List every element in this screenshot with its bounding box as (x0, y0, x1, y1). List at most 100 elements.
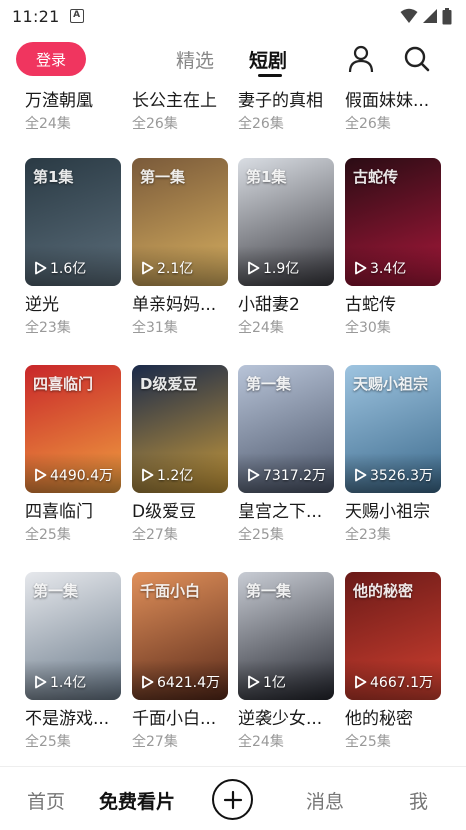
play-icon (142, 261, 154, 275)
episode-count: 全24集 (25, 116, 71, 132)
play-icon (355, 468, 367, 482)
drama-poster: D级爱豆 1.2亿 (132, 365, 228, 493)
play-icon (142, 675, 154, 689)
drama-title: 长公主在上 (132, 91, 217, 111)
drama-card[interactable]: 第一集 1亿 逆袭少女... 全24集 (238, 572, 338, 752)
episode-count: 全23集 (25, 320, 71, 336)
poster-caption: 第1集 (246, 168, 287, 186)
drama-poster: 他的秘密 4667.1万 (345, 572, 441, 700)
bottom-nav: 首页 免费看片 消息 我 (0, 766, 466, 830)
status-time: 11:21 (12, 6, 60, 26)
drama-title: 皇宫之下... (238, 502, 323, 522)
drama-card[interactable]: 古蛇传 3.4亿 古蛇传 全30集 (345, 158, 445, 338)
play-count: 1.2亿 (141, 465, 193, 485)
poster-caption: 千面小白 (140, 582, 201, 600)
user-icon[interactable] (346, 44, 376, 74)
play-icon (35, 261, 47, 275)
drama-grid[interactable]: 万渣朝凰 全24集 长公主在上 全26集 妻子的真相 全26集 假面妹妹... … (0, 84, 466, 766)
play-count-value: 6421.4万 (157, 675, 220, 691)
drama-card[interactable]: D级爱豆 1.2亿 D级爱豆 全27集 (132, 365, 232, 545)
drama-card[interactable]: 他的秘密 4667.1万 他的秘密 全25集 (345, 572, 445, 752)
drama-card[interactable]: 第一集 1.4亿 不是游戏... 全25集 (25, 572, 125, 752)
drama-title: 小甜妻2 (238, 295, 300, 315)
nav-messages[interactable]: 消息 (306, 787, 344, 814)
episode-count: 全31集 (132, 320, 178, 336)
drama-title: 古蛇传 (345, 295, 396, 315)
play-count-value: 2.1亿 (157, 261, 194, 277)
poster-caption: 古蛇传 (353, 168, 399, 186)
drama-card[interactable]: 四喜临门 4490.4万 四喜临门 全25集 (25, 365, 125, 545)
drama-card[interactable]: 万渣朝凰 全24集 (25, 90, 125, 134)
drama-title: 妻子的真相 (238, 91, 323, 111)
nav-me[interactable]: 我 (409, 787, 428, 814)
episode-count: 全25集 (25, 527, 71, 543)
login-button[interactable]: 登录 (16, 42, 86, 76)
partial-row: 万渣朝凰 全24集 长公主在上 全26集 妻子的真相 全26集 假面妹妹... … (0, 90, 466, 140)
play-icon (35, 468, 47, 482)
drama-card[interactable]: 天赐小祖宗 3526.3万 天赐小祖宗 全23集 (345, 365, 445, 545)
episode-count: 全25集 (238, 527, 284, 543)
episode-count: 全25集 (25, 734, 71, 750)
drama-title: 假面妹妹... (345, 91, 430, 111)
drama-title: 他的秘密 (345, 709, 413, 729)
drama-title: 四喜临门 (25, 502, 93, 522)
play-count: 1.9亿 (247, 258, 299, 278)
drama-card[interactable]: 千面小白 6421.4万 千面小白... 全27集 (132, 572, 232, 752)
drama-poster: 天赐小祖宗 3526.3万 (345, 365, 441, 493)
drama-poster: 第1集 1.6亿 (25, 158, 121, 286)
episode-count: 全30集 (345, 320, 391, 336)
drama-poster: 第一集 7317.2万 (238, 365, 334, 493)
poster-caption: 天赐小祖宗 (353, 375, 429, 393)
poster-caption: 第一集 (246, 375, 292, 393)
drama-card[interactable]: 第1集 1.6亿 逆光 全23集 (25, 158, 125, 338)
play-count-value: 1.2亿 (157, 468, 194, 484)
tab-featured[interactable]: 精选 (176, 46, 214, 73)
play-icon (142, 468, 154, 482)
episode-count: 全23集 (345, 527, 391, 543)
play-count-value: 1.6亿 (50, 261, 87, 277)
play-count-value: 4667.1万 (370, 675, 433, 691)
drama-card[interactable]: 第一集 7317.2万 皇宫之下... 全25集 (238, 365, 338, 545)
play-count: 1.6亿 (34, 258, 86, 278)
episode-count: 全25集 (345, 734, 391, 750)
signal-icon (423, 9, 437, 23)
status-indicators (400, 7, 452, 25)
drama-title: 天赐小祖宗 (345, 502, 430, 522)
nav-home[interactable]: 首页 (27, 787, 65, 814)
drama-title: D级爱豆 (132, 502, 197, 522)
episode-count: 全26集 (132, 116, 178, 132)
play-count-value: 4490.4万 (50, 468, 113, 484)
poster-caption: 第1集 (33, 168, 74, 186)
drama-card[interactable]: 第一集 2.1亿 单亲妈妈... 全31集 (132, 158, 232, 338)
drama-title: 逆光 (25, 295, 59, 315)
play-count-value: 1亿 (263, 675, 286, 691)
drama-poster: 第一集 1.4亿 (25, 572, 121, 700)
battery-icon (442, 7, 452, 24)
play-count-value: 3.4亿 (370, 261, 407, 277)
play-count: 3526.3万 (354, 465, 433, 485)
drama-card[interactable]: 第1集 1.9亿 小甜妻2 全24集 (238, 158, 338, 338)
plus-circle-icon[interactable] (212, 779, 253, 820)
drama-title: 不是游戏... (25, 709, 110, 729)
drama-card[interactable]: 假面妹妹... 全26集 (345, 90, 445, 134)
status-bar: 11:21 A (0, 0, 466, 32)
search-icon[interactable] (402, 44, 432, 74)
top-nav: 登录 精选 短剧 (0, 36, 466, 84)
drama-poster: 四喜临门 4490.4万 (25, 365, 121, 493)
episode-count: 全26集 (345, 116, 391, 132)
episode-count: 全27集 (132, 734, 178, 750)
poster-caption: 他的秘密 (353, 582, 414, 600)
play-count: 1.4亿 (34, 672, 86, 692)
play-icon (248, 468, 260, 482)
episode-count: 全26集 (238, 116, 284, 132)
drama-card[interactable]: 妻子的真相 全26集 (238, 90, 338, 134)
drama-card[interactable]: 长公主在上 全26集 (132, 90, 232, 134)
episode-count: 全24集 (238, 734, 284, 750)
tab-short-dramas[interactable]: 短剧 (249, 46, 287, 73)
episode-count: 全24集 (238, 320, 284, 336)
play-icon (248, 261, 260, 275)
drama-title: 逆袭少女... (238, 709, 323, 729)
play-count: 1亿 (247, 672, 286, 692)
play-icon (248, 675, 260, 689)
nav-free-movies[interactable]: 免费看片 (99, 787, 175, 814)
